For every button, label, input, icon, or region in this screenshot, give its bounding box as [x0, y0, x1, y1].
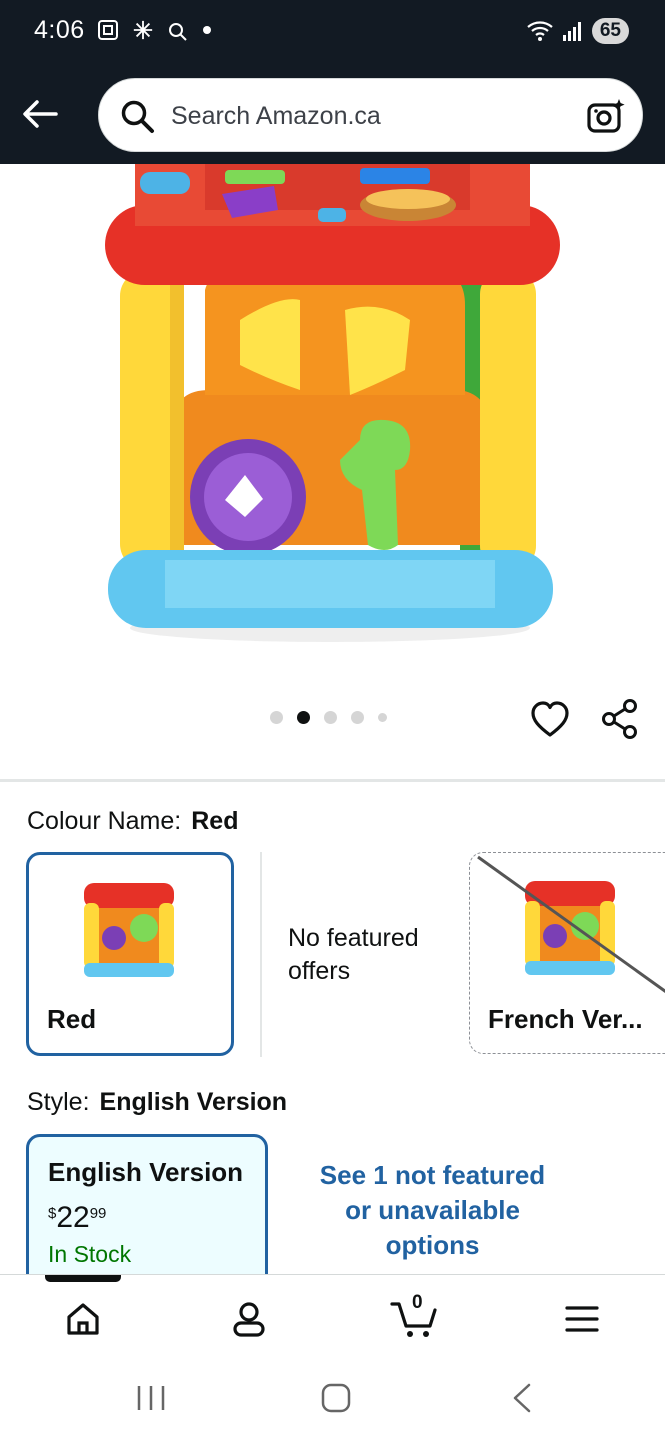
nav-home[interactable]	[59, 1295, 107, 1343]
colour-key: Colour Name:	[27, 807, 182, 835]
section-divider	[0, 779, 665, 782]
camera-search-icon[interactable]	[586, 97, 626, 135]
status-icons-left	[96, 18, 212, 42]
price-whole: 22	[56, 1201, 90, 1234]
app-root: 4:06 65 Search Amazon.ca Colour Name: Re…	[0, 0, 665, 1440]
carousel-indicator[interactable]	[270, 711, 387, 724]
stock-status: In Stock	[48, 1241, 132, 1267]
carousel-dot[interactable]	[270, 711, 283, 724]
colour-swatch-french[interactable]: French Ver...	[469, 852, 665, 1054]
signal-icon	[562, 22, 581, 41]
search-header	[0, 66, 665, 164]
style-option-name: English Version	[48, 1157, 244, 1187]
style-label: Style: English Version	[27, 1088, 287, 1117]
style-option-english[interactable]: English Version $2299 In Stock	[26, 1134, 268, 1294]
status-time: 4:06	[34, 16, 85, 44]
carousel-dot[interactable]	[351, 711, 364, 724]
style-option-price: $2299	[48, 1201, 106, 1235]
cart-count-badge: 0	[412, 1292, 423, 1313]
bottom-navigation: 0	[0, 1274, 665, 1356]
menu-icon	[565, 1306, 599, 1332]
snowflake-icon	[133, 20, 153, 40]
notification-dot-icon	[203, 26, 211, 34]
style-value: English Version	[99, 1088, 288, 1116]
home-button-icon[interactable]	[321, 1383, 351, 1413]
account-icon	[233, 1302, 265, 1337]
see-unavailable-options-link[interactable]: See 1 not featured or unavailable option…	[305, 1158, 560, 1263]
wifi-icon	[527, 21, 553, 41]
price-currency: $	[48, 1205, 57, 1222]
colour-value: Red	[191, 807, 239, 835]
battery-indicator: 65	[591, 18, 629, 44]
product-image[interactable]	[0, 164, 665, 684]
assistant-icon	[169, 23, 187, 41]
nav-account[interactable]	[225, 1295, 273, 1343]
system-navigation-bar	[0, 1356, 665, 1440]
arrow-left-icon	[23, 100, 58, 128]
active-tab-indicator	[45, 1275, 121, 1282]
wishlist-button[interactable]	[530, 700, 570, 745]
swatch-label: French Ver...	[488, 1004, 643, 1034]
status-icons-right: 65	[526, 18, 629, 44]
carousel-dot[interactable]	[378, 713, 387, 722]
price-fraction: 99	[89, 1205, 107, 1222]
heart-icon	[531, 701, 569, 737]
style-key: Style:	[27, 1088, 90, 1116]
carousel-dot[interactable]	[324, 711, 337, 724]
status-bar: 4:06 65	[0, 0, 665, 66]
swatch-label: Red	[47, 1004, 97, 1034]
screenshot-icon	[98, 20, 118, 40]
share-icon	[602, 699, 637, 739]
activity-cube-image	[105, 164, 560, 642]
colour-swatch-red[interactable]: Red	[26, 852, 234, 1056]
swatch-divider	[260, 852, 262, 1057]
home-icon	[67, 1303, 99, 1335]
recent-apps-icon[interactable]	[136, 1384, 166, 1412]
share-button[interactable]	[600, 698, 640, 745]
search-icon	[121, 100, 154, 133]
back-nav-icon[interactable]	[511, 1383, 533, 1413]
colour-name-label: Colour Name: Red	[27, 807, 238, 836]
back-button[interactable]	[16, 90, 64, 138]
carousel-dot-active[interactable]	[297, 711, 310, 724]
no-featured-offers: No featured offers	[288, 924, 419, 985]
search-bar[interactable]	[98, 78, 643, 153]
nav-menu[interactable]	[558, 1295, 606, 1343]
search-input[interactable]	[171, 79, 571, 153]
swatch-thumbnail	[84, 883, 174, 977]
